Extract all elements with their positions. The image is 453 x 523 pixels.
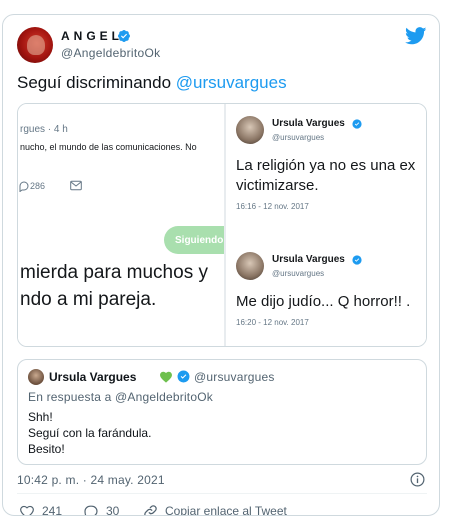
green-heart-icon bbox=[160, 371, 172, 383]
mini-author-name: Ursula Vargues bbox=[272, 118, 345, 129]
mini-tweet-text: victimizarse. bbox=[236, 177, 319, 194]
copy-link-button[interactable]: Copiar enlace al Tweet bbox=[143, 503, 287, 516]
quoted-text-line: Shh! bbox=[28, 410, 53, 424]
verified-badge-icon bbox=[352, 255, 362, 265]
author-name[interactable]: ANGEL bbox=[61, 29, 123, 43]
quoted-text-line: Seguí con la farándula. bbox=[28, 426, 152, 440]
tweet-text: Seguí discriminando @ursuvargues bbox=[17, 73, 287, 93]
tweet-text-body: Seguí discriminando bbox=[17, 73, 176, 92]
left-tweet-meta: rgues · 4 h bbox=[20, 124, 68, 135]
mini-author-name: Ursula Vargues bbox=[272, 254, 345, 265]
mini-author-handle: @ursuvargues bbox=[272, 133, 325, 142]
info-icon[interactable] bbox=[410, 472, 425, 487]
mini-tweet-text: La religión ya no es una ex bbox=[236, 157, 416, 174]
mini-avatar bbox=[236, 116, 264, 144]
quoted-author-handle: @ursuvargues bbox=[194, 370, 275, 384]
left-reply-count: 286 bbox=[30, 181, 46, 191]
reply-count: 30 bbox=[106, 504, 120, 516]
reply-button[interactable]: 30 bbox=[83, 503, 120, 516]
like-button[interactable]: 241 bbox=[19, 503, 63, 516]
left-tweet-snippet: nucho, el mundo de las comunicaciones. N… bbox=[20, 142, 197, 152]
twitter-bird-icon[interactable] bbox=[405, 27, 427, 45]
mini-avatar bbox=[236, 252, 264, 280]
left-big-text-line: ndo a mi pareja. bbox=[20, 289, 157, 310]
follow-button: Siguiendo bbox=[164, 226, 224, 254]
quoted-tweet[interactable]: Ursula Vargues @ursuvargues En respuesta… bbox=[17, 359, 427, 465]
like-count: 241 bbox=[42, 504, 63, 516]
quoted-text-line: Besito! bbox=[28, 442, 65, 456]
reply-icon bbox=[84, 505, 98, 515]
reply-icon bbox=[19, 181, 29, 192]
media-left-panel: rgues · 4 h nucho, el mundo de las comun… bbox=[18, 104, 224, 346]
tweet-card[interactable]: ANGEL @AngeldebritoOk Seguí discriminand… bbox=[2, 14, 440, 516]
verified-badge-icon bbox=[118, 30, 130, 42]
divider bbox=[17, 493, 427, 494]
link-icon bbox=[144, 504, 157, 515]
mini-tweet-text: Me dijo judío... Q horror!! . bbox=[236, 293, 411, 310]
mini-author-handle: @ursuvargues bbox=[272, 269, 325, 278]
media-right-panel: Ursula Vargues @ursuvargues La religión … bbox=[226, 104, 426, 346]
mail-icon bbox=[70, 180, 82, 191]
author-handle[interactable]: @AngeldebritoOk bbox=[61, 46, 160, 60]
author-avatar[interactable] bbox=[17, 27, 53, 63]
copy-link-label: Copiar enlace al Tweet bbox=[165, 504, 287, 516]
left-big-text-line: mierda para muchos y bbox=[20, 262, 208, 283]
tweet-media-image[interactable]: rgues · 4 h nucho, el mundo de las comun… bbox=[17, 103, 427, 347]
tweet-timestamp[interactable]: 10:42 p. m. · 24 may. 2021 bbox=[17, 473, 165, 487]
quoted-avatar bbox=[28, 369, 44, 385]
in-reply-to: En respuesta a @AngeldebritoOk bbox=[28, 390, 213, 404]
quoted-author-name: Ursula Vargues bbox=[49, 370, 137, 384]
mini-tweet-time: 16:16 - 12 nov. 2017 bbox=[236, 202, 309, 211]
like-icon bbox=[20, 505, 34, 515]
verified-badge-icon bbox=[352, 119, 362, 129]
mini-tweet-time: 16:20 - 12 nov. 2017 bbox=[236, 318, 309, 327]
verified-badge-icon bbox=[177, 370, 190, 383]
mention-link[interactable]: @ursuvargues bbox=[176, 73, 287, 92]
